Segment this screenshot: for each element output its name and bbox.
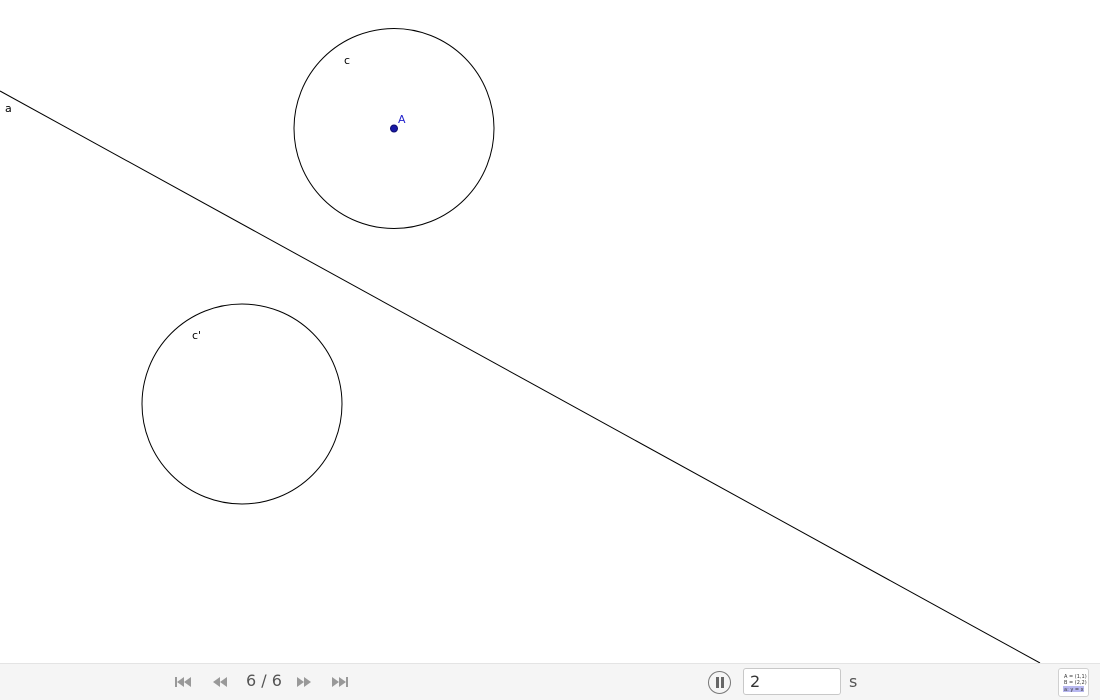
- previous-step-icon: [213, 677, 227, 687]
- construction-navigation-bar: 6 / 6 s A = (1,1) B = (2,2) a: y = x: [0, 663, 1100, 700]
- algebra-view-button[interactable]: A = (1,1) B = (2,2) a: y = x: [1058, 668, 1089, 697]
- step-counter: 6 / 6: [246, 671, 282, 690]
- algebra-preview-line3: a: y = x: [1064, 687, 1084, 693]
- circle-c-label: c: [344, 54, 350, 67]
- point-a[interactable]: [390, 124, 398, 133]
- graphics-view[interactable]: a c A c': [0, 0, 1100, 663]
- first-step-button[interactable]: [172, 673, 194, 691]
- last-step-button[interactable]: [329, 673, 351, 691]
- speed-input[interactable]: [743, 668, 841, 695]
- last-step-icon: [332, 677, 348, 687]
- speed-unit-label: s: [849, 672, 858, 691]
- algebra-preview-line2: B = (2,2): [1064, 680, 1087, 686]
- circle-c-prime[interactable]: [141, 303, 343, 505]
- circle-c-prime-label: c': [192, 329, 201, 342]
- previous-step-button[interactable]: [209, 673, 231, 691]
- pause-button[interactable]: [708, 671, 731, 694]
- point-a-label: A: [398, 113, 406, 126]
- algebra-view-icon: A = (1,1) B = (2,2) a: y = x: [1063, 674, 1087, 693]
- line-a-label: a: [5, 102, 12, 115]
- next-step-icon: [297, 677, 311, 687]
- next-step-button[interactable]: [293, 673, 315, 691]
- pause-icon: [715, 677, 724, 688]
- first-step-icon: [175, 677, 191, 687]
- line-a[interactable]: [0, 90, 1041, 663]
